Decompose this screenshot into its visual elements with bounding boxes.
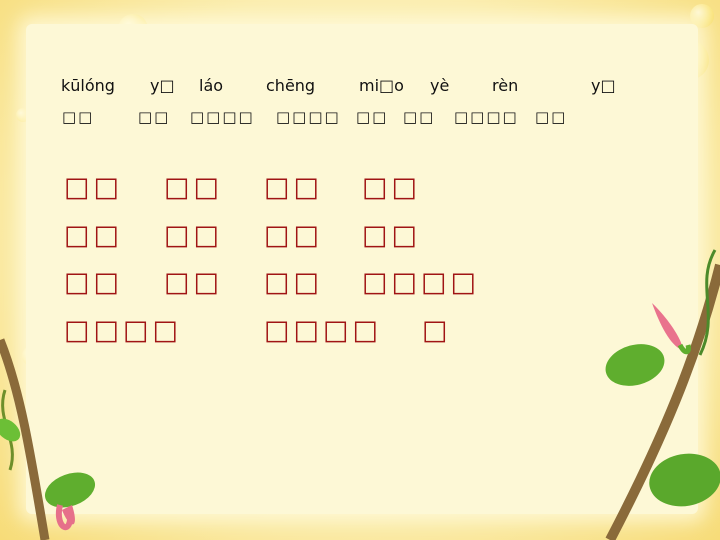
word-item: □□	[64, 267, 124, 298]
word-label: □□□□	[276, 108, 341, 126]
word-item: □□	[362, 172, 422, 203]
word-item: □□	[64, 220, 124, 251]
word-label: □□□□	[454, 108, 519, 126]
pinyin-label: kūlóng	[61, 76, 115, 95]
word-label: □□□□	[190, 108, 255, 126]
word-item: □□	[264, 220, 324, 251]
pinyin-label: yè	[430, 76, 450, 95]
word-item: □□	[362, 220, 422, 251]
word-item: □□□□	[264, 315, 383, 346]
word-label: □□	[62, 108, 95, 126]
pinyin-label: y□	[591, 76, 616, 95]
word-item: □□	[264, 172, 324, 203]
word-item: □□□□	[362, 267, 481, 298]
word-label: □□	[403, 108, 436, 126]
pinyin-label: mi□o	[359, 76, 404, 95]
word-item: □□	[164, 220, 224, 251]
vine-decoration-left	[0, 338, 96, 540]
word-item: □□	[264, 267, 324, 298]
word-item: □□	[164, 172, 224, 203]
pinyin-label: chēng	[266, 76, 316, 95]
word-item: □□	[164, 267, 224, 298]
pinyin-label: y□	[150, 76, 175, 95]
pinyin-label: láo	[199, 76, 224, 95]
vine-decoration-right	[605, 249, 720, 540]
pinyin-label: rèn	[492, 76, 519, 95]
word-label: □□	[138, 108, 171, 126]
word-label: □□	[356, 108, 389, 126]
word-label: □□	[535, 108, 568, 126]
word-item: □□	[64, 172, 124, 203]
word-item: □	[422, 315, 452, 346]
